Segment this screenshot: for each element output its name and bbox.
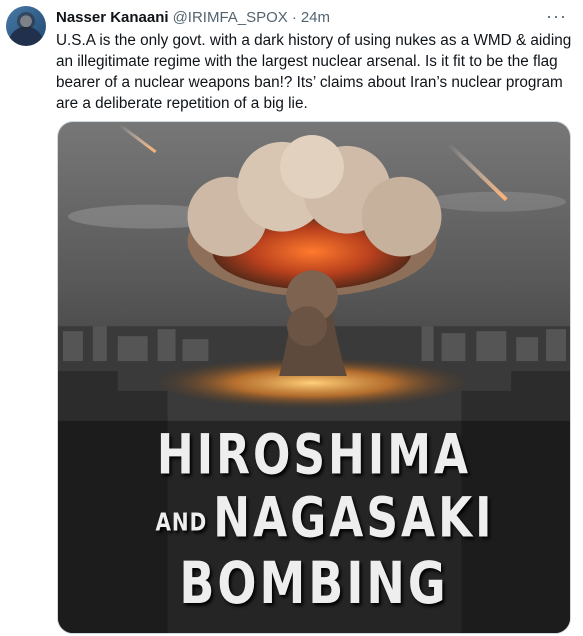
tweet-text-line: U.S.A is the only govt. with a dark hist… (56, 32, 572, 49)
tweet-header: Nasser Kanaani @IRIMFA_SPOX · 24m (56, 6, 567, 28)
author-handle[interactable]: @IRIMFA_SPOX (173, 9, 288, 26)
author-avatar[interactable] (6, 6, 46, 46)
tweet-text: U.S.A is the only govt. with a dark hist… (56, 30, 576, 114)
tweet-text-line: are a deliberate repetition of a big lie… (56, 95, 308, 112)
author-name[interactable]: Nasser Kanaani (56, 9, 169, 26)
tweet-card[interactable]: Nasser Kanaani @IRIMFA_SPOX · 24m ··· U.… (0, 0, 583, 636)
media-headline-nagasaki: NAGASAKI (213, 486, 495, 551)
separator-dot: · (291, 8, 297, 26)
tweet-text-line: an illegitimate regime with the largest … (56, 53, 558, 70)
media-headline-line2: AND NAGASAKI (58, 487, 570, 551)
media-headline-line1: HIROSHIMA (156, 423, 472, 488)
media-headline-and: AND (155, 506, 208, 537)
tweet-media-image[interactable]: HIROSHIMA AND NAGASAKI BOMBING (57, 121, 571, 634)
tweet-text-line: bearer of a nuclear weapons ban!? Its’ c… (56, 74, 563, 91)
media-headline-line3: BOMBING (179, 549, 449, 617)
more-options-icon[interactable]: ··· (546, 6, 567, 27)
tweet-timestamp[interactable]: 24m (301, 9, 330, 26)
